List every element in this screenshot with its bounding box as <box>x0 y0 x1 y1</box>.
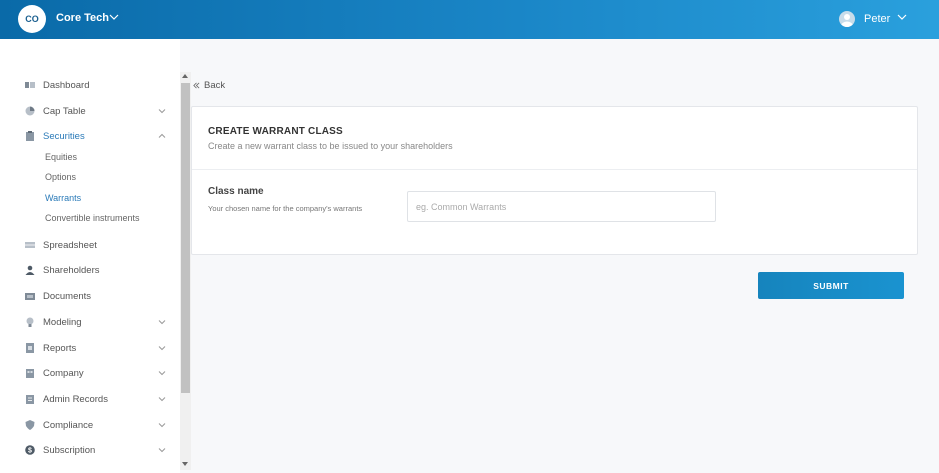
class-name-help-text: Your chosen name for the company's warra… <box>208 204 363 213</box>
sidebar-item-shareholders[interactable]: Shareholders <box>0 261 180 279</box>
double-chevron-left-icon <box>193 82 200 89</box>
sidebar-item-dashboard[interactable]: Dashboard <box>0 76 180 94</box>
card-subtitle: Create a new warrant class to be issued … <box>208 141 453 151</box>
chevron-down-icon[interactable] <box>158 446 166 454</box>
dollar-icon: $ <box>25 445 35 455</box>
sidebar: Dashboard Cap Table Securities Equities … <box>0 39 180 473</box>
person-icon <box>25 265 35 275</box>
chevron-down-icon[interactable] <box>158 395 166 403</box>
shield-icon <box>25 420 35 430</box>
class-name-label: Class name <box>208 186 264 197</box>
class-name-input[interactable] <box>407 191 716 222</box>
sidebar-item-label: Cap Table <box>43 105 86 117</box>
sidebar-item-label: Spreadsheet <box>43 239 97 251</box>
sidebar-item-documents[interactable]: Documents <box>0 287 180 305</box>
chevron-down-icon[interactable] <box>109 12 119 22</box>
sidebar-item-label: Reports <box>43 342 77 354</box>
sidebar-item-reports[interactable]: Reports <box>0 339 180 357</box>
submit-button[interactable]: SUBMIT <box>758 272 904 299</box>
sidebar-item-label: Dashboard <box>43 79 90 91</box>
chevron-down-icon[interactable] <box>158 369 166 377</box>
sidebar-subitem-options[interactable]: Options <box>45 172 76 182</box>
create-warrant-class-card: CREATE WARRANT CLASS Create a new warran… <box>191 106 918 255</box>
sidebar-item-compliance[interactable]: Compliance <box>0 416 180 434</box>
svg-text:$: $ <box>28 448 32 455</box>
folder-icon <box>25 293 35 300</box>
chevron-down-icon[interactable] <box>158 107 166 115</box>
chevron-down-icon[interactable] <box>897 12 907 22</box>
back-link-label: Back <box>204 80 226 91</box>
sidebar-item-label: Shareholders <box>43 264 100 276</box>
sidebar-scrollbar-thumb[interactable] <box>181 83 190 393</box>
back-link[interactable]: Back <box>193 80 225 91</box>
sidebar-item-label: Securities <box>43 130 85 142</box>
sidebar-item-label: Subscription <box>43 444 96 456</box>
sidebar-item-modeling[interactable]: Modeling <box>0 313 180 331</box>
org-name[interactable]: Core Tech <box>56 12 109 24</box>
user-icon <box>841 14 853 27</box>
sidebar-item-label: Modeling <box>43 316 82 328</box>
user-avatar[interactable] <box>839 11 855 27</box>
clipboard-icon <box>26 131 34 141</box>
sidebar-item-spreadsheet[interactable]: Spreadsheet <box>0 236 180 254</box>
lightbulb-icon <box>26 317 34 327</box>
chevron-down-icon[interactable] <box>158 318 166 326</box>
company-icon <box>26 369 34 378</box>
sidebar-item-label: Admin Records <box>43 393 108 405</box>
sidebar-item-admin-records[interactable]: Admin Records <box>0 390 180 408</box>
records-icon <box>26 395 34 404</box>
sidebar-item-subscription[interactable]: $ Subscription <box>0 441 180 459</box>
chevron-up-icon[interactable] <box>158 132 166 140</box>
sidebar-item-label: Company <box>43 367 84 379</box>
sidebar-subitem-equities[interactable]: Equities <box>45 152 77 162</box>
scroll-down-arrow-icon[interactable] <box>182 462 188 466</box>
sidebar-item-label: Documents <box>43 290 92 302</box>
sidebar-item-securities[interactable]: Securities <box>0 127 180 145</box>
chevron-down-icon[interactable] <box>158 421 166 429</box>
user-name[interactable]: Peter <box>864 13 890 25</box>
spreadsheet-icon <box>25 242 35 248</box>
top-bar: CO Core Tech Peter <box>0 0 939 39</box>
sidebar-subitem-convertible-instruments[interactable]: Convertible instruments <box>45 213 140 223</box>
sidebar-item-company[interactable]: Company <box>0 364 180 382</box>
scroll-up-arrow-icon[interactable] <box>182 74 188 78</box>
chevron-down-icon[interactable] <box>158 344 166 352</box>
report-icon <box>26 343 34 353</box>
dashboard-icon <box>25 82 35 88</box>
divider <box>192 169 917 170</box>
sidebar-subitem-warrants[interactable]: Warrants <box>45 193 81 203</box>
card-title: CREATE WARRANT CLASS <box>208 126 343 137</box>
pie-chart-icon <box>25 106 35 116</box>
org-avatar[interactable]: CO <box>18 5 46 33</box>
sidebar-item-cap-table[interactable]: Cap Table <box>0 102 180 120</box>
sidebar-item-label: Compliance <box>43 419 94 431</box>
